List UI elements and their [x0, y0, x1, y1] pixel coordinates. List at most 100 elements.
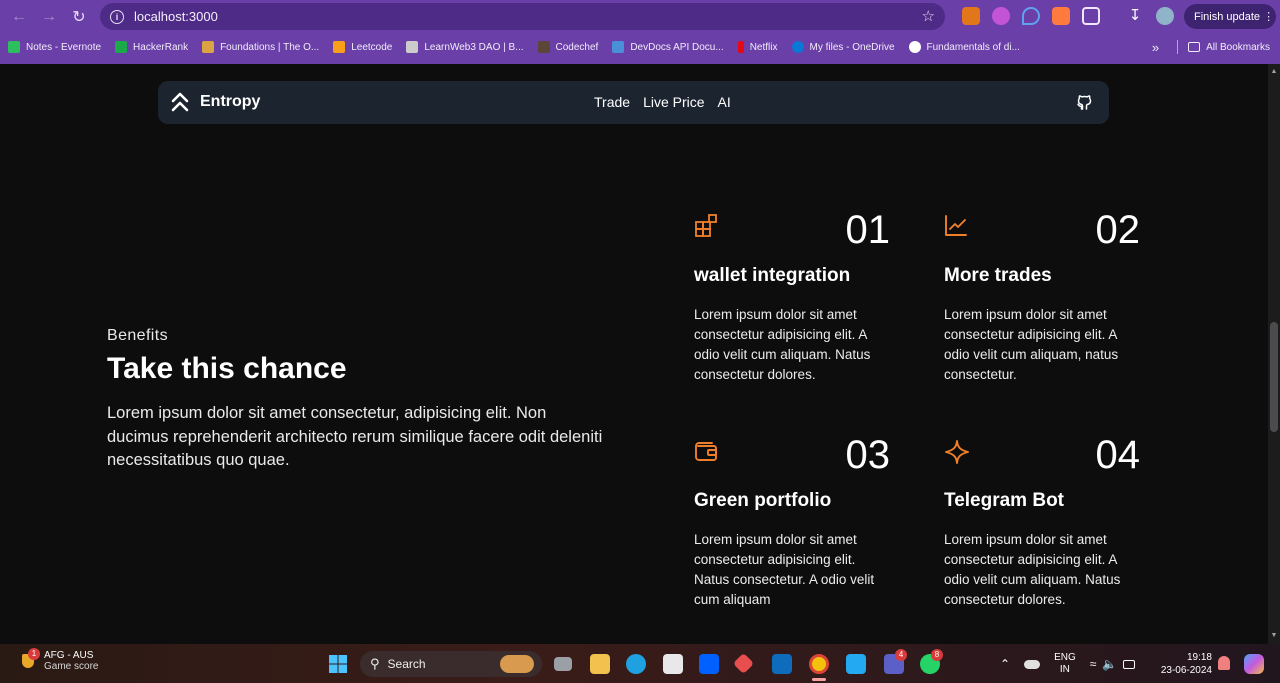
clock-date: 23-06-2024 [1160, 665, 1212, 676]
bookmark-item[interactable]: Netflix [737, 41, 778, 53]
extensions-puzzle-icon[interactable] [1082, 7, 1100, 25]
task-view-icon[interactable] [554, 657, 572, 671]
scrollbar-thumb[interactable] [1270, 322, 1278, 432]
bookmark-item[interactable]: HackerRank [115, 41, 188, 53]
benefit-card: 03 Green portfolio Lorem ipsum dolor sit… [694, 433, 894, 619]
sparkle-icon [945, 440, 969, 464]
forward-button[interactable]: → [34, 2, 64, 32]
bookmark-label: Notes - Evernote [26, 41, 102, 53]
bookmark-item[interactable]: Leetcode [333, 41, 392, 53]
weather-widget[interactable]: 1 AFG - AUS Game score [20, 648, 99, 672]
folder-icon [1188, 42, 1201, 52]
drop-extension-icon[interactable] [1022, 7, 1040, 25]
all-bookmarks-button[interactable]: » All Bookmarks [1152, 36, 1270, 58]
bookmark-label: Leetcode [351, 41, 393, 53]
whatsapp-icon[interactable]: 8 [920, 649, 943, 674]
search-icon: ⚲ [370, 656, 380, 671]
reload-button[interactable]: ↻ [64, 2, 94, 32]
chevron-double-right-icon[interactable]: » [1152, 40, 1159, 55]
app-icon[interactable] [732, 652, 755, 675]
section-lead: Lorem ipsum dolor sit amet consectetur, … [107, 404, 603, 469]
all-bookmarks-label: All Bookmarks [1206, 41, 1270, 53]
nav-link-ai[interactable]: AI [718, 94, 731, 110]
card-number: 02 [1095, 208, 1141, 252]
dropbox-icon[interactable] [699, 654, 719, 674]
metamask-extension-icon[interactable] [962, 7, 980, 25]
nav-link-trade[interactable]: Trade [594, 94, 630, 110]
card-description: Lorem ipsum dolor sit amet consectetur a… [944, 307, 1119, 382]
page-scrollbar[interactable]: ▲ ▼ [1268, 64, 1280, 644]
bookmark-item[interactable]: My files - OneDrive [791, 41, 895, 53]
blocks-icon [695, 214, 717, 237]
store-icon[interactable] [663, 654, 683, 674]
bookmark-label: Fundamentals of di... [926, 41, 1020, 53]
finish-update-label: Finish update [1194, 10, 1261, 23]
teams-icon[interactable]: 4 [884, 649, 907, 674]
back-button[interactable]: ← [4, 2, 34, 32]
finish-update-button[interactable]: Finish update ⋮ [1184, 4, 1276, 29]
profile-avatar[interactable] [1156, 7, 1174, 25]
bookmark-label: HackerRank [133, 41, 189, 53]
brand[interactable]: Entropy [170, 91, 260, 113]
github-icon [1077, 95, 1092, 110]
bookmark-item[interactable]: Foundations | The O... [202, 41, 319, 53]
site-info-icon[interactable]: i [110, 9, 124, 24]
line-chart-icon [945, 215, 967, 236]
onedrive-tray-icon[interactable] [1024, 659, 1041, 669]
url-text[interactable]: localhost:3000 [134, 9, 218, 24]
bookmark-item[interactable]: Codechef [537, 41, 598, 53]
devdocs-icon [612, 41, 625, 53]
copilot-icon[interactable] [1244, 654, 1264, 674]
netflix-icon [737, 41, 744, 53]
card-number: 04 [1095, 433, 1141, 477]
evernote-icon [8, 41, 20, 53]
nav-links: Trade Live Price AI [594, 94, 731, 110]
bookmark-label: DevDocs API Docu... [630, 41, 724, 53]
bookmark-item[interactable]: Fundamentals of di... [908, 41, 1020, 53]
bookmark-item[interactable]: LearnWeb3 DAO | B... [406, 41, 524, 53]
edge-icon[interactable] [626, 654, 646, 674]
wifi-icon[interactable]: ≈ [1090, 657, 1097, 671]
card-description: Lorem ipsum dolor sit amet consectetur a… [944, 532, 1121, 607]
vscode-icon[interactable] [846, 654, 866, 674]
github-link[interactable] [1075, 93, 1093, 116]
card-title: More trades [944, 265, 1052, 286]
outlook-icon[interactable] [772, 654, 792, 674]
bookmark-item[interactable]: Notes - Evernote [8, 41, 101, 53]
bookmark-item[interactable]: DevDocs API Docu... [612, 41, 724, 53]
windows-logo-icon [329, 655, 347, 673]
card-title: Green portfolio [694, 490, 832, 511]
trophy-icon: 1 [20, 648, 40, 672]
nav-link-live-price[interactable]: Live Price [643, 94, 704, 110]
odin-icon [202, 41, 215, 53]
page-viewport: Entropy Trade Live Price AI Benefits Tak… [0, 64, 1268, 644]
scroll-down-arrow-icon[interactable]: ▼ [1270, 632, 1278, 640]
notification-bell-icon[interactable] [1218, 656, 1230, 670]
brand-name: Entropy [200, 93, 261, 110]
download-icon[interactable]: ↧ [1126, 7, 1144, 25]
codechef-icon [537, 41, 550, 53]
bookmark-label: Netflix [749, 41, 778, 53]
weather-subtitle: Game score [44, 661, 99, 672]
windows-start-icon[interactable] [328, 654, 348, 674]
bookmark-label: LearnWeb3 DAO | B... [424, 41, 524, 53]
double-chevron-up-icon [171, 92, 189, 112]
volume-icon[interactable]: 🔈 [1102, 657, 1117, 671]
chrome-icon[interactable] [809, 654, 829, 674]
bookmark-star-icon[interactable]: ☆ [922, 7, 935, 25]
address-bar[interactable]: i localhost:3000 ☆ [100, 3, 945, 30]
whatsapp-badge: 8 [931, 649, 943, 661]
chevron-up-icon[interactable]: ⌃ [1000, 657, 1010, 671]
language-indicator[interactable]: ENG IN [1054, 652, 1076, 676]
extension-icon-2[interactable] [1052, 7, 1070, 25]
wallet-icon [695, 442, 717, 461]
clock[interactable]: 19:18 23-06-2024 [1160, 651, 1212, 677]
taskbar-search[interactable]: ⚲ Search [360, 651, 542, 677]
battery-icon[interactable] [1123, 659, 1136, 669]
extension-icon[interactable] [992, 7, 1010, 25]
section-label: Benefits [107, 327, 169, 344]
card-title: Telegram Bot [944, 490, 1065, 511]
active-app-indicator [812, 678, 826, 681]
scroll-up-arrow-icon[interactable]: ▲ [1270, 68, 1278, 76]
file-explorer-icon[interactable] [590, 654, 610, 674]
